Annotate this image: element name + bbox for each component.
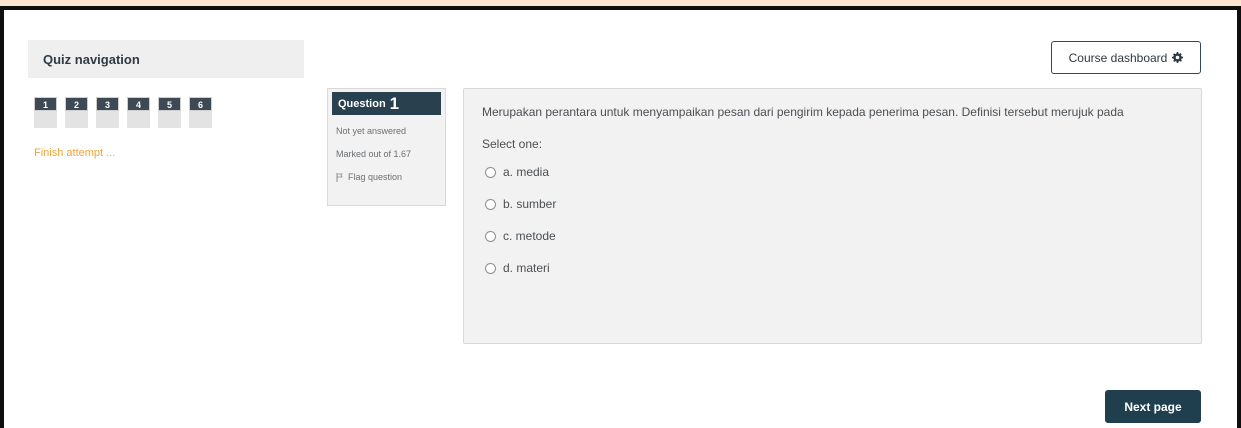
- question-content: Merupakan perantara untuk menyampaikan p…: [463, 88, 1202, 344]
- question-info: Question 1 Not yet answered Marked out o…: [327, 88, 446, 206]
- radio-button[interactable]: [485, 198, 496, 210]
- answer-prompt: Select one:: [482, 137, 543, 151]
- question-nav-buttons: 1 2 3 4 5 6: [28, 97, 304, 128]
- answer-label: d. materi: [503, 261, 550, 275]
- answer-option-a[interactable]: a. media: [482, 156, 1183, 188]
- question-number-header: Question 1: [332, 92, 441, 115]
- question-nav-number: 6: [189, 97, 212, 111]
- course-dashboard-button[interactable]: Course dashboard: [1051, 41, 1201, 74]
- flag-question-label: Flag question: [348, 172, 403, 182]
- gear-icon: [1172, 52, 1184, 63]
- answer-option-b[interactable]: b. sumber: [482, 188, 1183, 220]
- question-state: Not yet answered: [336, 126, 407, 136]
- answer-option-d[interactable]: d. materi: [482, 252, 1183, 284]
- answer-label: b. sumber: [503, 197, 557, 211]
- question-nav-number: 4: [127, 97, 150, 111]
- question-nav-button-3[interactable]: 3: [96, 97, 119, 128]
- question-nav-number: 1: [34, 97, 57, 111]
- radio-button[interactable]: [485, 166, 496, 178]
- quiz-navigation: Quiz navigation 1 2 3 4 5 6 Finish attem…: [28, 40, 304, 159]
- question-grade: Marked out of 1.67: [336, 149, 412, 159]
- answer-options: a. media b. sumber c. metode d. materi: [482, 156, 1183, 284]
- answer-label: a. media: [503, 165, 550, 179]
- question-nav-button-2[interactable]: 2: [65, 97, 88, 128]
- question-text: Merupakan perantara untuk menyampaikan p…: [482, 105, 1124, 119]
- question-nav-number: 5: [158, 97, 181, 111]
- page-frame: Quiz navigation 1 2 3 4 5 6 Finish attem…: [0, 6, 1241, 428]
- radio-button[interactable]: [485, 262, 496, 274]
- question-nav-button-6[interactable]: 6: [189, 97, 212, 128]
- quiz-navigation-title: Quiz navigation: [28, 40, 304, 78]
- next-page-button[interactable]: Next page: [1105, 390, 1201, 423]
- question-nav-button-4[interactable]: 4: [127, 97, 150, 128]
- answer-label: c. metode: [503, 229, 556, 243]
- question-number: 1: [389, 93, 400, 113]
- finish-attempt-link[interactable]: Finish attempt ...: [28, 147, 304, 159]
- question-label: Question: [338, 97, 386, 110]
- flag-icon: [336, 172, 343, 182]
- question-nav-button-1[interactable]: 1: [34, 97, 57, 128]
- radio-button[interactable]: [485, 230, 496, 242]
- question-nav-number: 2: [65, 97, 88, 111]
- question-nav-number: 3: [96, 97, 119, 111]
- answer-option-c[interactable]: c. metode: [482, 220, 1183, 252]
- course-dashboard-label: Course dashboard: [1068, 50, 1168, 65]
- flag-question-toggle[interactable]: Flag question: [328, 172, 445, 182]
- question-nav-button-5[interactable]: 5: [158, 97, 181, 128]
